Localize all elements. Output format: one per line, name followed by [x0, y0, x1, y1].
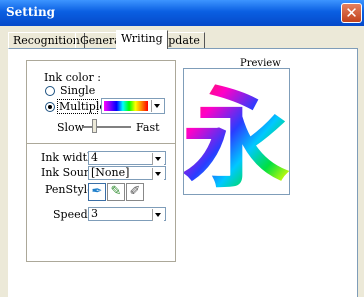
radio-multiple[interactable]: [45, 102, 55, 112]
close-icon: ✕: [345, 4, 358, 22]
speed-select[interactable]: 3: [88, 207, 166, 221]
ink-color-dropdown[interactable]: [101, 98, 165, 114]
title-bar: Setting ✕: [0, 0, 364, 26]
pen-calligraphy-icon: ✎: [110, 184, 122, 199]
close-button[interactable]: ✕: [341, 3, 362, 23]
chevron-down-icon[interactable]: [151, 100, 163, 112]
ink-sound-value: [None]: [91, 166, 130, 179]
speed-value: 3: [91, 207, 98, 220]
tab-writing[interactable]: Writing: [116, 30, 168, 49]
pen-fine-icon: ✐: [129, 184, 141, 199]
slider-max-label: Fast: [136, 121, 160, 134]
ink-width-select[interactable]: 4: [88, 151, 166, 165]
pen-calligraphy-button[interactable]: ✎: [107, 183, 125, 201]
speed-slider-thumb[interactable]: [92, 119, 97, 133]
pen-brush-button[interactable]: ✒: [88, 183, 106, 201]
pen-brush-icon: ✒: [91, 184, 103, 199]
chevron-down-icon[interactable]: [152, 209, 164, 221]
chevron-down-icon[interactable]: [152, 168, 164, 180]
color-spectrum-swatch: [104, 101, 148, 111]
speed-slider-track[interactable]: [83, 126, 131, 129]
preview-glyph: 永: [184, 78, 289, 194]
ink-width-value: 4: [91, 151, 98, 164]
ink-sound-select[interactable]: [None]: [88, 166, 166, 180]
ink-color-heading: Ink color :: [44, 71, 101, 84]
radio-multiple-label[interactable]: Multiple: [59, 100, 106, 113]
preview-box: 永: [182, 68, 290, 203]
group-divider: [27, 143, 175, 144]
slider-min-label: Slow: [57, 121, 85, 134]
radio-single[interactable]: [45, 86, 55, 96]
chevron-down-icon[interactable]: [152, 153, 164, 165]
tab-recognition[interactable]: Recognition: [8, 32, 85, 48]
radio-single-label[interactable]: Single: [60, 84, 95, 97]
window-title: Setting: [6, 5, 56, 19]
pen-fine-button[interactable]: ✐: [126, 183, 144, 201]
preview-character: 永: [182, 78, 290, 203]
